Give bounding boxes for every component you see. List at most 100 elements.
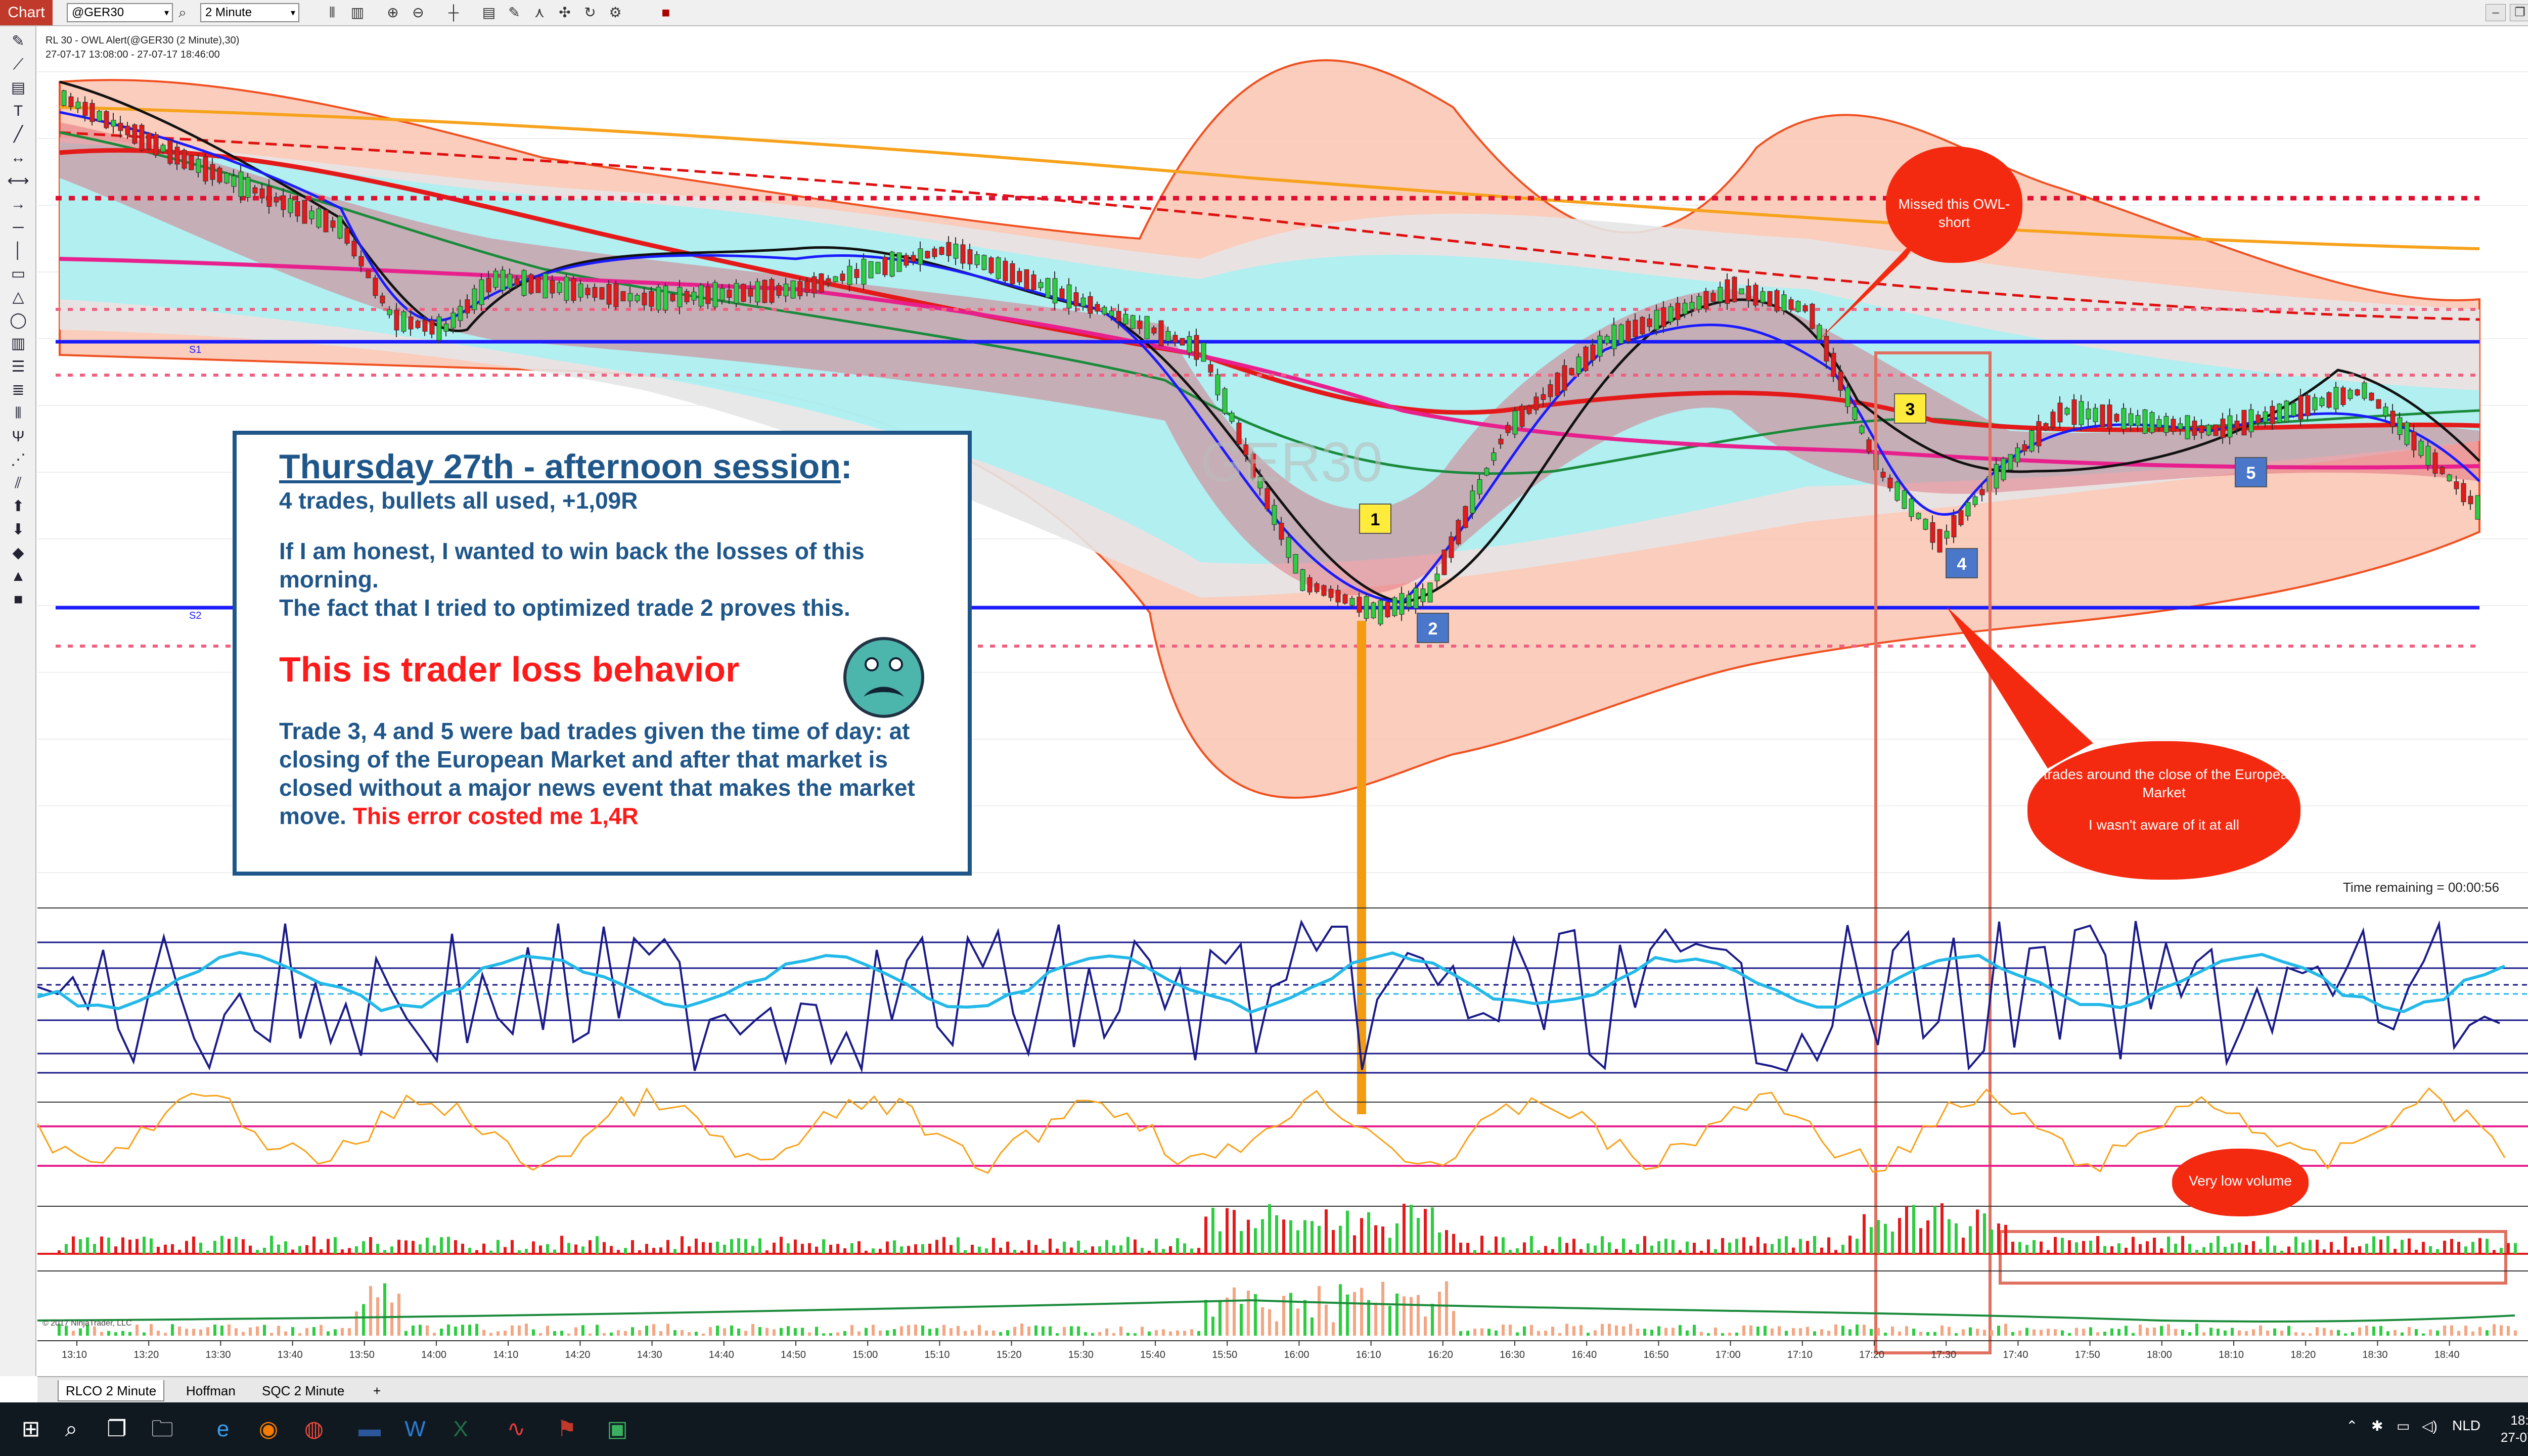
volume-bar xyxy=(1487,1250,1491,1254)
draw-icon[interactable]: ✎ xyxy=(506,4,523,21)
pencil-icon[interactable]: ✎ xyxy=(7,31,29,52)
zoom-out-icon[interactable]: ⊖ xyxy=(410,4,427,21)
candle-body xyxy=(925,251,930,259)
settings-icon[interactable]: ⚙ xyxy=(607,4,624,21)
volume-delta-bar xyxy=(2146,1328,2149,1336)
trade-marker-2[interactable]: 2 xyxy=(1417,613,1449,643)
text-icon[interactable]: T xyxy=(7,101,29,121)
tab-sqc-2-minute[interactable]: SQC 2 Minute xyxy=(255,1380,351,1401)
data-series-icon[interactable]: ▥ xyxy=(349,4,366,21)
trade-marker-4[interactable]: 4 xyxy=(1946,548,1978,578)
time-axis-label: 15:00 xyxy=(852,1349,878,1360)
ruler-icon[interactable]: ⟋ xyxy=(7,55,29,75)
volume-delta-bar xyxy=(942,1325,945,1336)
properties-icon[interactable]: ▤ xyxy=(480,4,498,21)
volume-delta-bar xyxy=(1820,1329,1823,1336)
search-icon[interactable]: ⌕ xyxy=(174,4,191,21)
strategies-icon[interactable]: ✣ xyxy=(556,4,573,21)
crosshair-icon[interactable]: ┼ xyxy=(445,4,462,21)
arrow-line-icon[interactable]: → xyxy=(7,194,29,214)
ninjatrader-icon[interactable]: ⚑ xyxy=(551,1414,582,1445)
andrews-pitchfork-icon[interactable]: Ψ xyxy=(7,427,29,447)
trade-marker-1[interactable]: 1 xyxy=(1359,504,1391,534)
indicators-icon[interactable]: ⋏ xyxy=(531,4,548,21)
language-indicator[interactable]: NLD xyxy=(2452,1418,2480,1434)
line-icon[interactable]: ╱ xyxy=(7,124,29,145)
interval-selector[interactable]: 2 Minute ▾ xyxy=(200,3,299,22)
volume-bar xyxy=(2372,1236,2375,1254)
refresh-icon[interactable]: ↻ xyxy=(581,4,599,21)
tray-chevron-icon[interactable]: ⌃ xyxy=(2346,1418,2358,1434)
bar-type-icon[interactable]: ⫴ xyxy=(324,4,341,21)
extended-line-icon[interactable]: ⟷ xyxy=(7,171,29,191)
fib-time-icon[interactable]: ⦀ xyxy=(7,403,29,424)
fib-retracement-icon[interactable]: ☰ xyxy=(7,357,29,377)
edge-browser-icon[interactable]: e xyxy=(207,1414,239,1445)
tab-hoffman[interactable]: Hoffman xyxy=(179,1380,243,1401)
trade-marker-3[interactable]: 3 xyxy=(1894,393,1926,424)
gann-fan-icon[interactable]: ⋰ xyxy=(7,450,29,470)
excel-icon[interactable]: X xyxy=(445,1414,476,1445)
task-view-icon[interactable]: ❐ xyxy=(101,1414,132,1445)
arrow-up-icon[interactable]: ⬆ xyxy=(7,496,29,517)
time-axis-label: 15:50 xyxy=(1212,1349,1237,1360)
battery-icon[interactable]: ▭ xyxy=(2397,1418,2410,1434)
add-tab-button[interactable]: + xyxy=(366,1380,388,1401)
rectangle-icon[interactable]: ▭ xyxy=(7,264,29,284)
candle-body xyxy=(960,244,966,264)
app-icon[interactable]: ▣ xyxy=(602,1414,633,1445)
volume-bar xyxy=(2344,1236,2347,1254)
volume-delta-bar xyxy=(2181,1329,2184,1336)
risk-reward-icon[interactable]: ▤ xyxy=(7,78,29,98)
tab-rlco-2-minute[interactable]: RLCO 2 Minute xyxy=(58,1380,165,1401)
volume-bar xyxy=(1962,1238,1965,1254)
diamond-icon[interactable]: ◆ xyxy=(7,543,29,563)
volume-delta-bar xyxy=(2507,1326,2510,1336)
restore-button[interactable]: ❐ xyxy=(2510,4,2528,21)
volume-bar xyxy=(709,1242,712,1254)
fib-extension-icon[interactable]: ≣ xyxy=(7,380,29,400)
triangle-up-icon[interactable]: ▲ xyxy=(7,566,29,586)
windows-start-icon[interactable]: ⊞ xyxy=(15,1414,47,1445)
instrument-selector[interactable]: @GER30 ▾ xyxy=(67,3,173,22)
candle-body xyxy=(479,279,484,305)
folder-icon[interactable]: ▬ xyxy=(354,1414,385,1445)
trade-marker-5[interactable]: 5 xyxy=(2235,457,2267,487)
firefox-icon[interactable]: ◉ xyxy=(253,1414,284,1445)
network-icon[interactable]: ✱ xyxy=(2371,1418,2383,1434)
volume-bar xyxy=(2294,1237,2297,1254)
volume-delta-bar xyxy=(1983,1330,1986,1336)
chrome-icon[interactable]: ◍ xyxy=(298,1414,330,1445)
vertical-line-icon[interactable]: │ xyxy=(7,241,29,261)
minimize-button[interactable]: – xyxy=(2486,4,2506,21)
taskbar-clock[interactable]: 18:45 27-07-17 xyxy=(2501,1412,2528,1446)
zoom-in-icon[interactable]: ⊕ xyxy=(384,4,401,21)
horizontal-line-icon[interactable]: ─ xyxy=(7,217,29,238)
regression-channel-icon[interactable]: ⫽ xyxy=(7,473,29,493)
ellipse-icon[interactable]: ◯ xyxy=(7,310,29,331)
volume-delta-bar xyxy=(1870,1329,1873,1336)
volume-bar xyxy=(1261,1219,1264,1254)
volume-delta-bar xyxy=(213,1324,216,1336)
search-icon[interactable]: ⌕ xyxy=(56,1414,87,1445)
candle-body xyxy=(2305,395,2311,417)
file-explorer-icon[interactable]: 🗀 xyxy=(147,1414,178,1445)
square-icon[interactable]: ■ xyxy=(7,589,29,610)
volume-delta-bar xyxy=(136,1325,139,1336)
volume-delta-bar xyxy=(454,1326,457,1336)
volume-bar xyxy=(567,1243,570,1254)
trading-app-icon[interactable]: ∿ xyxy=(501,1414,532,1445)
word-icon[interactable]: W xyxy=(399,1414,431,1445)
triangle-icon[interactable]: △ xyxy=(7,287,29,307)
volume-delta-bar xyxy=(185,1329,188,1336)
record-icon[interactable]: ■ xyxy=(657,4,674,21)
volume-delta-bar xyxy=(1792,1328,1795,1336)
volume-icon[interactable]: ◁) xyxy=(2422,1418,2437,1434)
arrow-down-icon[interactable]: ⬇ xyxy=(7,520,29,540)
volume-delta-bar xyxy=(2287,1326,2290,1336)
candle-body xyxy=(1491,452,1497,461)
chart-menu-button[interactable]: Chart xyxy=(0,0,53,25)
ray-icon[interactable]: ↔ xyxy=(7,148,29,168)
volume-bar xyxy=(1063,1242,1066,1254)
region-icon[interactable]: ▥ xyxy=(7,334,29,354)
